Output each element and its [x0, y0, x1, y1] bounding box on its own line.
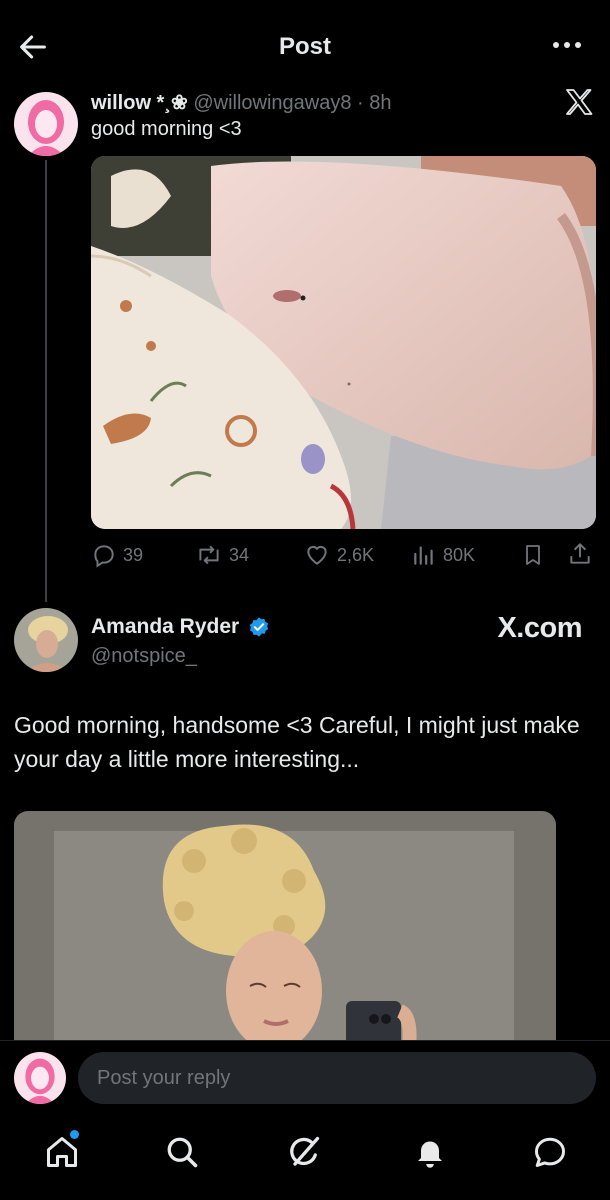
reply-count: 39: [123, 544, 144, 565]
post-time[interactable]: 8h: [369, 92, 391, 114]
home-icon[interactable]: [44, 1134, 80, 1170]
avatar[interactable]: [14, 608, 78, 672]
reply-icon: [94, 545, 114, 568]
repost-action[interactable]: 34: [195, 540, 249, 570]
views-action[interactable]: 80K: [411, 540, 475, 570]
post-header: willow *¸❀ @willowingaway8 · 8h: [91, 90, 392, 115]
post-image[interactable]: [91, 156, 596, 529]
notification-dot: [70, 1130, 79, 1139]
repost-count: 34: [229, 544, 250, 565]
bookmark-icon[interactable]: [521, 542, 545, 568]
verified-badge-icon: [249, 617, 269, 637]
quoted-author-name[interactable]: Amanda Ryder: [91, 615, 239, 639]
thread-line: [45, 160, 47, 602]
repost-icon: [199, 545, 219, 565]
quoted-image[interactable]: [14, 811, 556, 1046]
reply-action[interactable]: 39: [91, 540, 143, 570]
quoted-author-handle[interactable]: @notspice_: [91, 645, 197, 668]
separator: ·: [357, 92, 364, 114]
grok-icon[interactable]: [286, 1134, 322, 1170]
x-logo-icon: [566, 89, 593, 115]
top-bar: Post: [0, 0, 610, 92]
heart-icon: [307, 545, 327, 565]
share-icon[interactable]: [567, 541, 593, 567]
like-action[interactable]: 2,6K: [303, 540, 374, 570]
more-horizontal-icon[interactable]: [550, 33, 584, 57]
notifications-icon[interactable]: [412, 1134, 448, 1170]
post-text: good morning <3: [91, 118, 242, 140]
x-com-brand: X.com: [497, 612, 582, 644]
analytics-icon: [414, 546, 433, 565]
search-icon[interactable]: [164, 1134, 200, 1170]
author-name[interactable]: willow *¸❀: [91, 92, 188, 114]
messages-icon[interactable]: [532, 1134, 568, 1170]
avatar[interactable]: [14, 1052, 66, 1104]
quoted-text: Good morning, handsome <3 Careful, I mig…: [14, 712, 580, 772]
like-count: 2,6K: [337, 544, 375, 565]
view-count: 80K: [443, 544, 476, 565]
page-title: Post: [278, 33, 331, 60]
author-handle[interactable]: @willowingaway8: [193, 92, 351, 114]
avatar[interactable]: [14, 92, 78, 156]
post-actions: 39 34 2,6K 80K: [91, 540, 596, 570]
reply-input[interactable]: Post your reply: [78, 1052, 596, 1104]
